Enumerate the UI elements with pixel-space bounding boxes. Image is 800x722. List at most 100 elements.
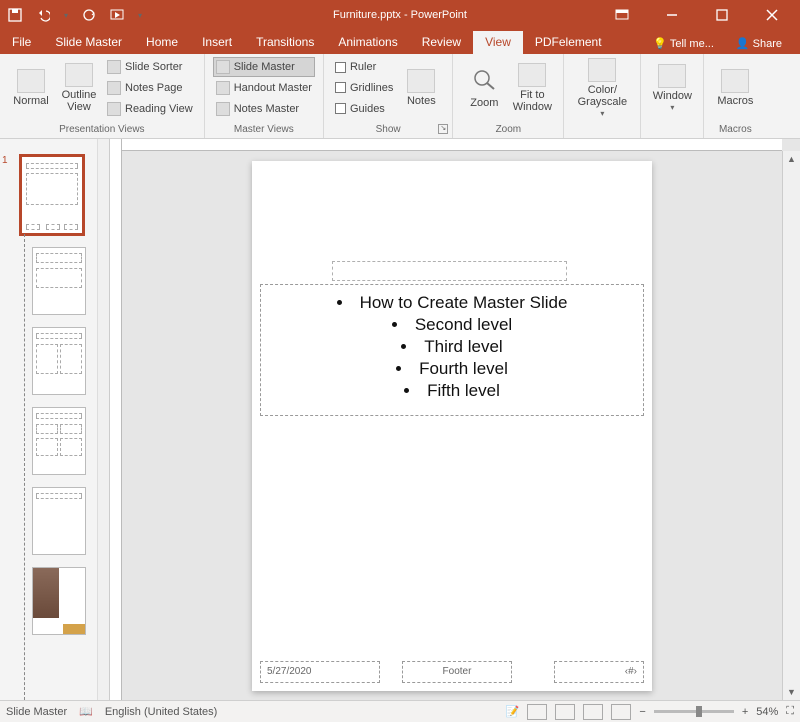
scroll-up-icon[interactable]: ▲	[783, 151, 800, 167]
redo-icon[interactable]	[82, 8, 96, 22]
outline-view-icon	[65, 63, 93, 87]
tab-transitions[interactable]: Transitions	[244, 31, 326, 54]
slide-sorter-status-button[interactable]	[555, 704, 575, 720]
layout-thumbnail[interactable]	[0, 327, 97, 395]
slide-sorter-label: Slide Sorter	[125, 61, 182, 73]
footer-placeholder[interactable]: Footer	[402, 661, 512, 683]
guides-label: Guides	[350, 103, 385, 115]
status-mode[interactable]: Slide Master	[6, 706, 67, 718]
slide-canvas[interactable]: How to Create Master Slide Second level …	[252, 161, 652, 691]
undo-icon[interactable]	[36, 8, 50, 22]
notes-status-button[interactable]: 📝	[506, 705, 520, 718]
notes-page-icon	[107, 81, 121, 95]
group-macros: Macros Macros	[704, 54, 766, 138]
workspace: 1	[0, 139, 800, 700]
group-window: Window ▾	[641, 54, 704, 138]
status-bar: Slide Master 📖 English (United States) 📝…	[0, 700, 800, 722]
ruler-label: Ruler	[350, 61, 376, 73]
tell-me-search[interactable]: 💡 Tell me...	[645, 33, 722, 54]
tell-me-label: Tell me...	[670, 38, 714, 50]
slide-canvas-container[interactable]: How to Create Master Slide Second level …	[122, 151, 782, 700]
close-button[interactable]	[752, 0, 792, 30]
thumbnail-scrollbar[interactable]	[97, 139, 109, 700]
handout-master-button[interactable]: Handout Master	[213, 78, 315, 98]
minimize-button[interactable]	[652, 0, 692, 30]
horizontal-ruler	[122, 139, 782, 151]
zoom-level[interactable]: 54%	[756, 706, 778, 718]
start-from-beginning-icon[interactable]	[110, 8, 124, 22]
date-placeholder[interactable]: 5/27/2020	[260, 661, 380, 683]
checkbox-icon	[335, 82, 346, 93]
fit-to-window-status-button[interactable]: ⛶	[786, 705, 794, 718]
tab-home[interactable]: Home	[134, 31, 190, 54]
show-dialog-launcher[interactable]: ↘	[438, 124, 448, 134]
tab-view[interactable]: View	[473, 31, 523, 54]
maximize-button[interactable]	[702, 0, 742, 30]
tab-insert[interactable]: Insert	[190, 31, 244, 54]
color-grayscale-label: Color/ Grayscale	[572, 84, 632, 108]
undo-dropdown-icon[interactable]: ▾	[64, 11, 68, 20]
save-icon[interactable]	[8, 8, 22, 22]
master-slide-thumbnail[interactable]: 1	[0, 155, 97, 235]
slide-sorter-button[interactable]: Slide Sorter	[104, 57, 196, 77]
normal-view-icon	[17, 69, 45, 93]
ruler-checkbox[interactable]: Ruler	[332, 57, 396, 77]
guides-checkbox[interactable]: Guides	[332, 99, 396, 119]
layout-thumbnail[interactable]	[0, 487, 97, 555]
slide-number-placeholder[interactable]: ‹#›	[554, 661, 644, 683]
slide-master-button[interactable]: Slide Master	[213, 57, 315, 77]
group-label-window	[649, 122, 695, 138]
zoom-in-button[interactable]: +	[742, 706, 748, 718]
checkbox-icon	[335, 103, 346, 114]
spellcheck-icon[interactable]: 📖	[79, 705, 93, 718]
zoom-out-button[interactable]: −	[639, 706, 645, 718]
tab-file[interactable]: File	[0, 31, 43, 54]
slide-thumbnail-pane[interactable]: 1	[0, 139, 110, 700]
reading-view-status-button[interactable]	[583, 704, 603, 720]
status-language[interactable]: English (United States)	[105, 706, 218, 718]
notes-page-button[interactable]: Notes Page	[104, 78, 196, 98]
color-grayscale-button[interactable]: Color/ Grayscale ▾	[572, 57, 632, 119]
notes-button[interactable]: Notes	[398, 57, 444, 119]
group-label-zoom: Zoom	[461, 122, 555, 138]
layout-thumbnail[interactable]	[0, 407, 97, 475]
ribbon-tabs: File Slide Master Home Insert Transition…	[0, 30, 800, 54]
zoom-slider-thumb[interactable]	[696, 706, 702, 717]
tab-review[interactable]: Review	[410, 31, 473, 54]
fit-to-window-button[interactable]: Fit to Window	[509, 57, 555, 119]
tab-pdfelement[interactable]: PDFelement	[523, 31, 614, 54]
group-label-master-views: Master Views	[213, 122, 315, 138]
layout-thumbnail[interactable]	[0, 247, 97, 315]
group-master-views: Slide Master Handout Master Notes Master…	[205, 54, 324, 138]
tab-slide-master[interactable]: Slide Master	[43, 31, 134, 54]
share-label: Share	[753, 38, 782, 50]
scroll-down-icon[interactable]: ▼	[783, 684, 800, 700]
ribbon-display-options-icon[interactable]	[602, 0, 642, 30]
window-button[interactable]: Window ▾	[649, 57, 695, 119]
title-bar: ▾ ▾ Furniture.pptx - PowerPoint	[0, 0, 800, 30]
notes-master-button[interactable]: Notes Master	[213, 99, 315, 119]
slideshow-status-button[interactable]	[611, 704, 631, 720]
notes-icon	[407, 69, 435, 93]
normal-view-button[interactable]: Normal	[8, 57, 54, 119]
notes-master-label: Notes Master	[234, 103, 299, 115]
body-level-4: Fourth level	[271, 359, 633, 379]
layout-thumbnail[interactable]	[0, 567, 97, 635]
customize-qat-icon[interactable]: ▾	[138, 11, 142, 20]
reading-view-button[interactable]: Reading View	[104, 99, 196, 119]
macros-button[interactable]: Macros	[712, 57, 758, 119]
normal-view-status-button[interactable]	[527, 704, 547, 720]
handout-master-label: Handout Master	[234, 82, 312, 94]
title-placeholder[interactable]	[332, 261, 567, 281]
slide-sorter-icon	[107, 60, 121, 74]
checkbox-icon	[335, 62, 346, 73]
zoom-slider[interactable]	[654, 710, 734, 713]
share-button[interactable]: 👤 Share	[728, 33, 790, 54]
body-placeholder[interactable]: How to Create Master Slide Second level …	[260, 284, 644, 416]
zoom-button[interactable]: Zoom	[461, 57, 507, 119]
tab-animations[interactable]: Animations	[326, 31, 409, 54]
editor-vertical-scrollbar[interactable]: ▲ ▼	[782, 151, 800, 700]
gridlines-checkbox[interactable]: Gridlines	[332, 78, 396, 98]
outline-view-button[interactable]: Outline View	[56, 57, 102, 119]
body-level-1: How to Create Master Slide	[271, 293, 633, 313]
